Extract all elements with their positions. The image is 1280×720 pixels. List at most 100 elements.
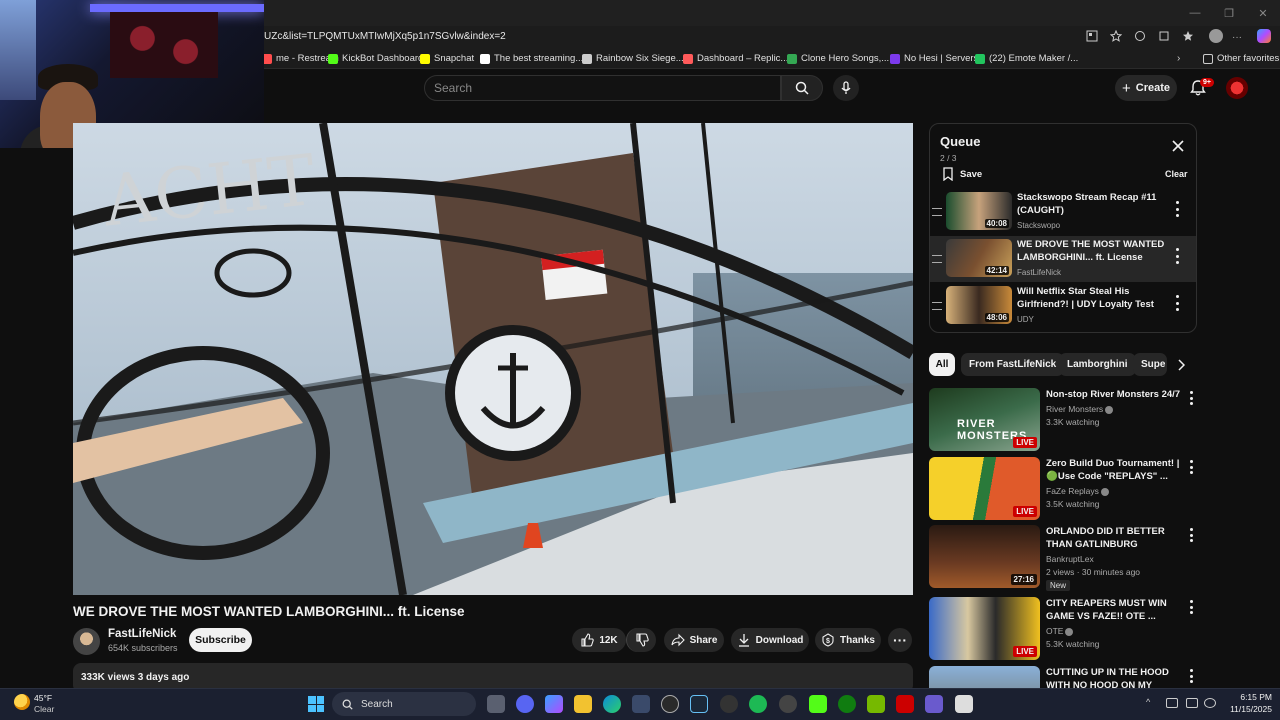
more-options-icon[interactable]: ··· [1232,32,1242,43]
clear-queue-button[interactable]: Clear [1165,169,1188,179]
bookmark-item[interactable]: Rainbow Six Siege... [582,53,684,64]
collections-icon[interactable] [1182,30,1194,42]
bookmark-item[interactable]: No Hesi | Servers [890,53,978,64]
drag-handle-icon[interactable] [932,255,942,263]
subscribe-button[interactable]: Subscribe [189,628,252,652]
file-explorer-icon[interactable] [574,695,592,713]
weather-icon[interactable] [14,694,30,710]
verified-icon [1100,487,1109,496]
chips-next-button[interactable] [1172,356,1190,374]
recommendation-menu-icon[interactable] [1188,669,1194,683]
dislike-button[interactable] [626,628,656,652]
save-queue-button[interactable]: Save [942,167,982,181]
bookmark-icon [943,167,953,181]
share-button[interactable]: Share [664,628,724,652]
like-button[interactable]: 12K [572,628,626,652]
kick-icon[interactable] [809,695,827,713]
wall-picture [0,0,36,100]
chip-lamborghini[interactable]: Lamborghini [1059,353,1136,376]
browser-essentials-icon[interactable] [1158,30,1170,42]
queue-item-menu-icon[interactable] [1173,295,1181,311]
recommendation-item[interactable]: CUTTING UP IN THE HOOD WITH NO HOOD ON M… [929,666,1197,688]
clock-time[interactable]: 6:15 PM [1226,692,1272,702]
queue-item-menu-icon[interactable] [1173,201,1181,217]
create-button[interactable]: + Create [1115,75,1177,101]
steam-icon[interactable] [690,695,708,713]
bookmark-item[interactable]: Clone Hero Songs,... [787,53,889,64]
queue-item[interactable]: 48:06 Will Netflix Star Steal His Girlfr… [930,283,1196,329]
obs-icon[interactable] [661,695,679,713]
profile-icon[interactable] [1209,29,1223,43]
voice-search-button[interactable] [833,75,859,101]
display-icon[interactable] [1186,698,1198,708]
close-window-button[interactable]: ✕ [1246,0,1280,26]
bookmark-item[interactable]: Dashboard – Replic... [683,53,788,64]
volume-icon[interactable] [1204,698,1216,708]
thanks-button[interactable]: $ Thanks [815,628,881,652]
queue-item-current[interactable]: 42:14 WE DROVE THE MOST WANTED LAMBORGHI… [930,236,1196,282]
notification-count-badge: 9+ [1200,78,1214,87]
store-icon[interactable] [632,695,650,713]
recommendation-menu-icon[interactable] [1188,528,1194,542]
close-queue-icon[interactable] [1171,139,1185,153]
queue-item[interactable]: 40:08 Stackswopo Stream Recap #11 (CAUGH… [930,189,1196,235]
bookmark-item[interactable]: The best streaming... [480,53,583,64]
chip-supercars[interactable]: Supe [1133,353,1167,376]
weather-temperature[interactable]: 45°F [34,693,52,703]
bookmark-item[interactable]: KickBot Dashboard [328,53,423,64]
extensions-icon[interactable] [1134,30,1146,42]
app-icon-red[interactable] [896,695,914,713]
recommendation-item[interactable]: 27:16 ORLANDO DID IT BETTER THAN GATLINB… [929,525,1197,591]
bookmark-label: Snapchat [434,53,475,64]
live-badge: LIVE [1013,506,1037,517]
search-input[interactable] [424,75,781,101]
channel-name[interactable]: FastLifeNick [108,628,176,640]
spotify-icon[interactable] [749,695,767,713]
4k-downloader-icon[interactable] [779,695,797,713]
drag-handle-icon[interactable] [932,302,942,310]
chip-from-channel[interactable]: From FastLifeNick [961,353,1065,376]
minimize-button[interactable]: — [1178,0,1212,26]
maximize-button[interactable]: ❐ [1212,0,1246,26]
favorite-star-icon[interactable] [1110,30,1122,42]
drag-handle-icon[interactable] [932,208,942,216]
recommendation-menu-icon[interactable] [1188,391,1194,405]
app-icon-purple[interactable] [925,695,943,713]
discord-icon[interactable] [516,695,534,713]
search-button[interactable] [781,75,823,101]
task-view-icon[interactable] [487,695,505,713]
download-button[interactable]: Download [731,628,809,652]
recommendation-menu-icon[interactable] [1188,600,1194,614]
copilot-app-icon[interactable] [545,695,563,713]
recommendation-item[interactable]: LIVE Zero Build Duo Tournament! | 🟢Use C… [929,457,1197,521]
nvidia-icon[interactable] [867,695,885,713]
video-player[interactable]: ACHT [73,123,913,595]
bookmark-item[interactable]: Snapchat [420,53,474,64]
url-text[interactable]: UZc&list=TLPQMTUxMTIwMjXq5p1n7SGvlw&inde… [264,31,506,42]
new-badge: New [1046,580,1071,591]
recommendation-meta: 5.3K watching [1046,639,1100,649]
xbox-icon[interactable] [838,695,856,713]
queue-item-menu-icon[interactable] [1173,248,1181,264]
start-menu-icon[interactable] [308,696,324,712]
weather-condition[interactable]: Clear [34,704,54,714]
recommendation-menu-icon[interactable] [1188,460,1194,474]
app-icon-white[interactable] [955,695,973,713]
network-icon[interactable] [1166,698,1178,708]
account-avatar[interactable] [1226,77,1248,99]
chip-all[interactable]: All [929,353,955,376]
recommendation-item[interactable]: RIVER MONSTERS LIVE Non-stop River Monst… [929,388,1197,452]
bookmark-item[interactable]: (22) Emote Maker /... [975,53,1078,64]
clock-date[interactable]: 11/15/2025 [1220,704,1272,714]
more-actions-button[interactable]: ··· [888,628,912,652]
bookmarks-overflow-chevron-icon[interactable]: › [1177,53,1180,64]
edge-icon[interactable] [603,695,621,713]
channel-avatar[interactable] [73,628,100,655]
other-favorites[interactable]: Other favorites [1203,53,1279,64]
taskbar-search[interactable]: Search [332,692,476,716]
app-icon[interactable] [720,695,738,713]
app-available-icon[interactable] [1086,30,1098,42]
recommendation-item[interactable]: LIVE CITY REAPERS MUST WIN GAME VS FAZE!… [929,597,1197,661]
tray-overflow-chevron-icon[interactable]: ^ [1146,697,1158,707]
copilot-icon[interactable] [1257,29,1271,43]
